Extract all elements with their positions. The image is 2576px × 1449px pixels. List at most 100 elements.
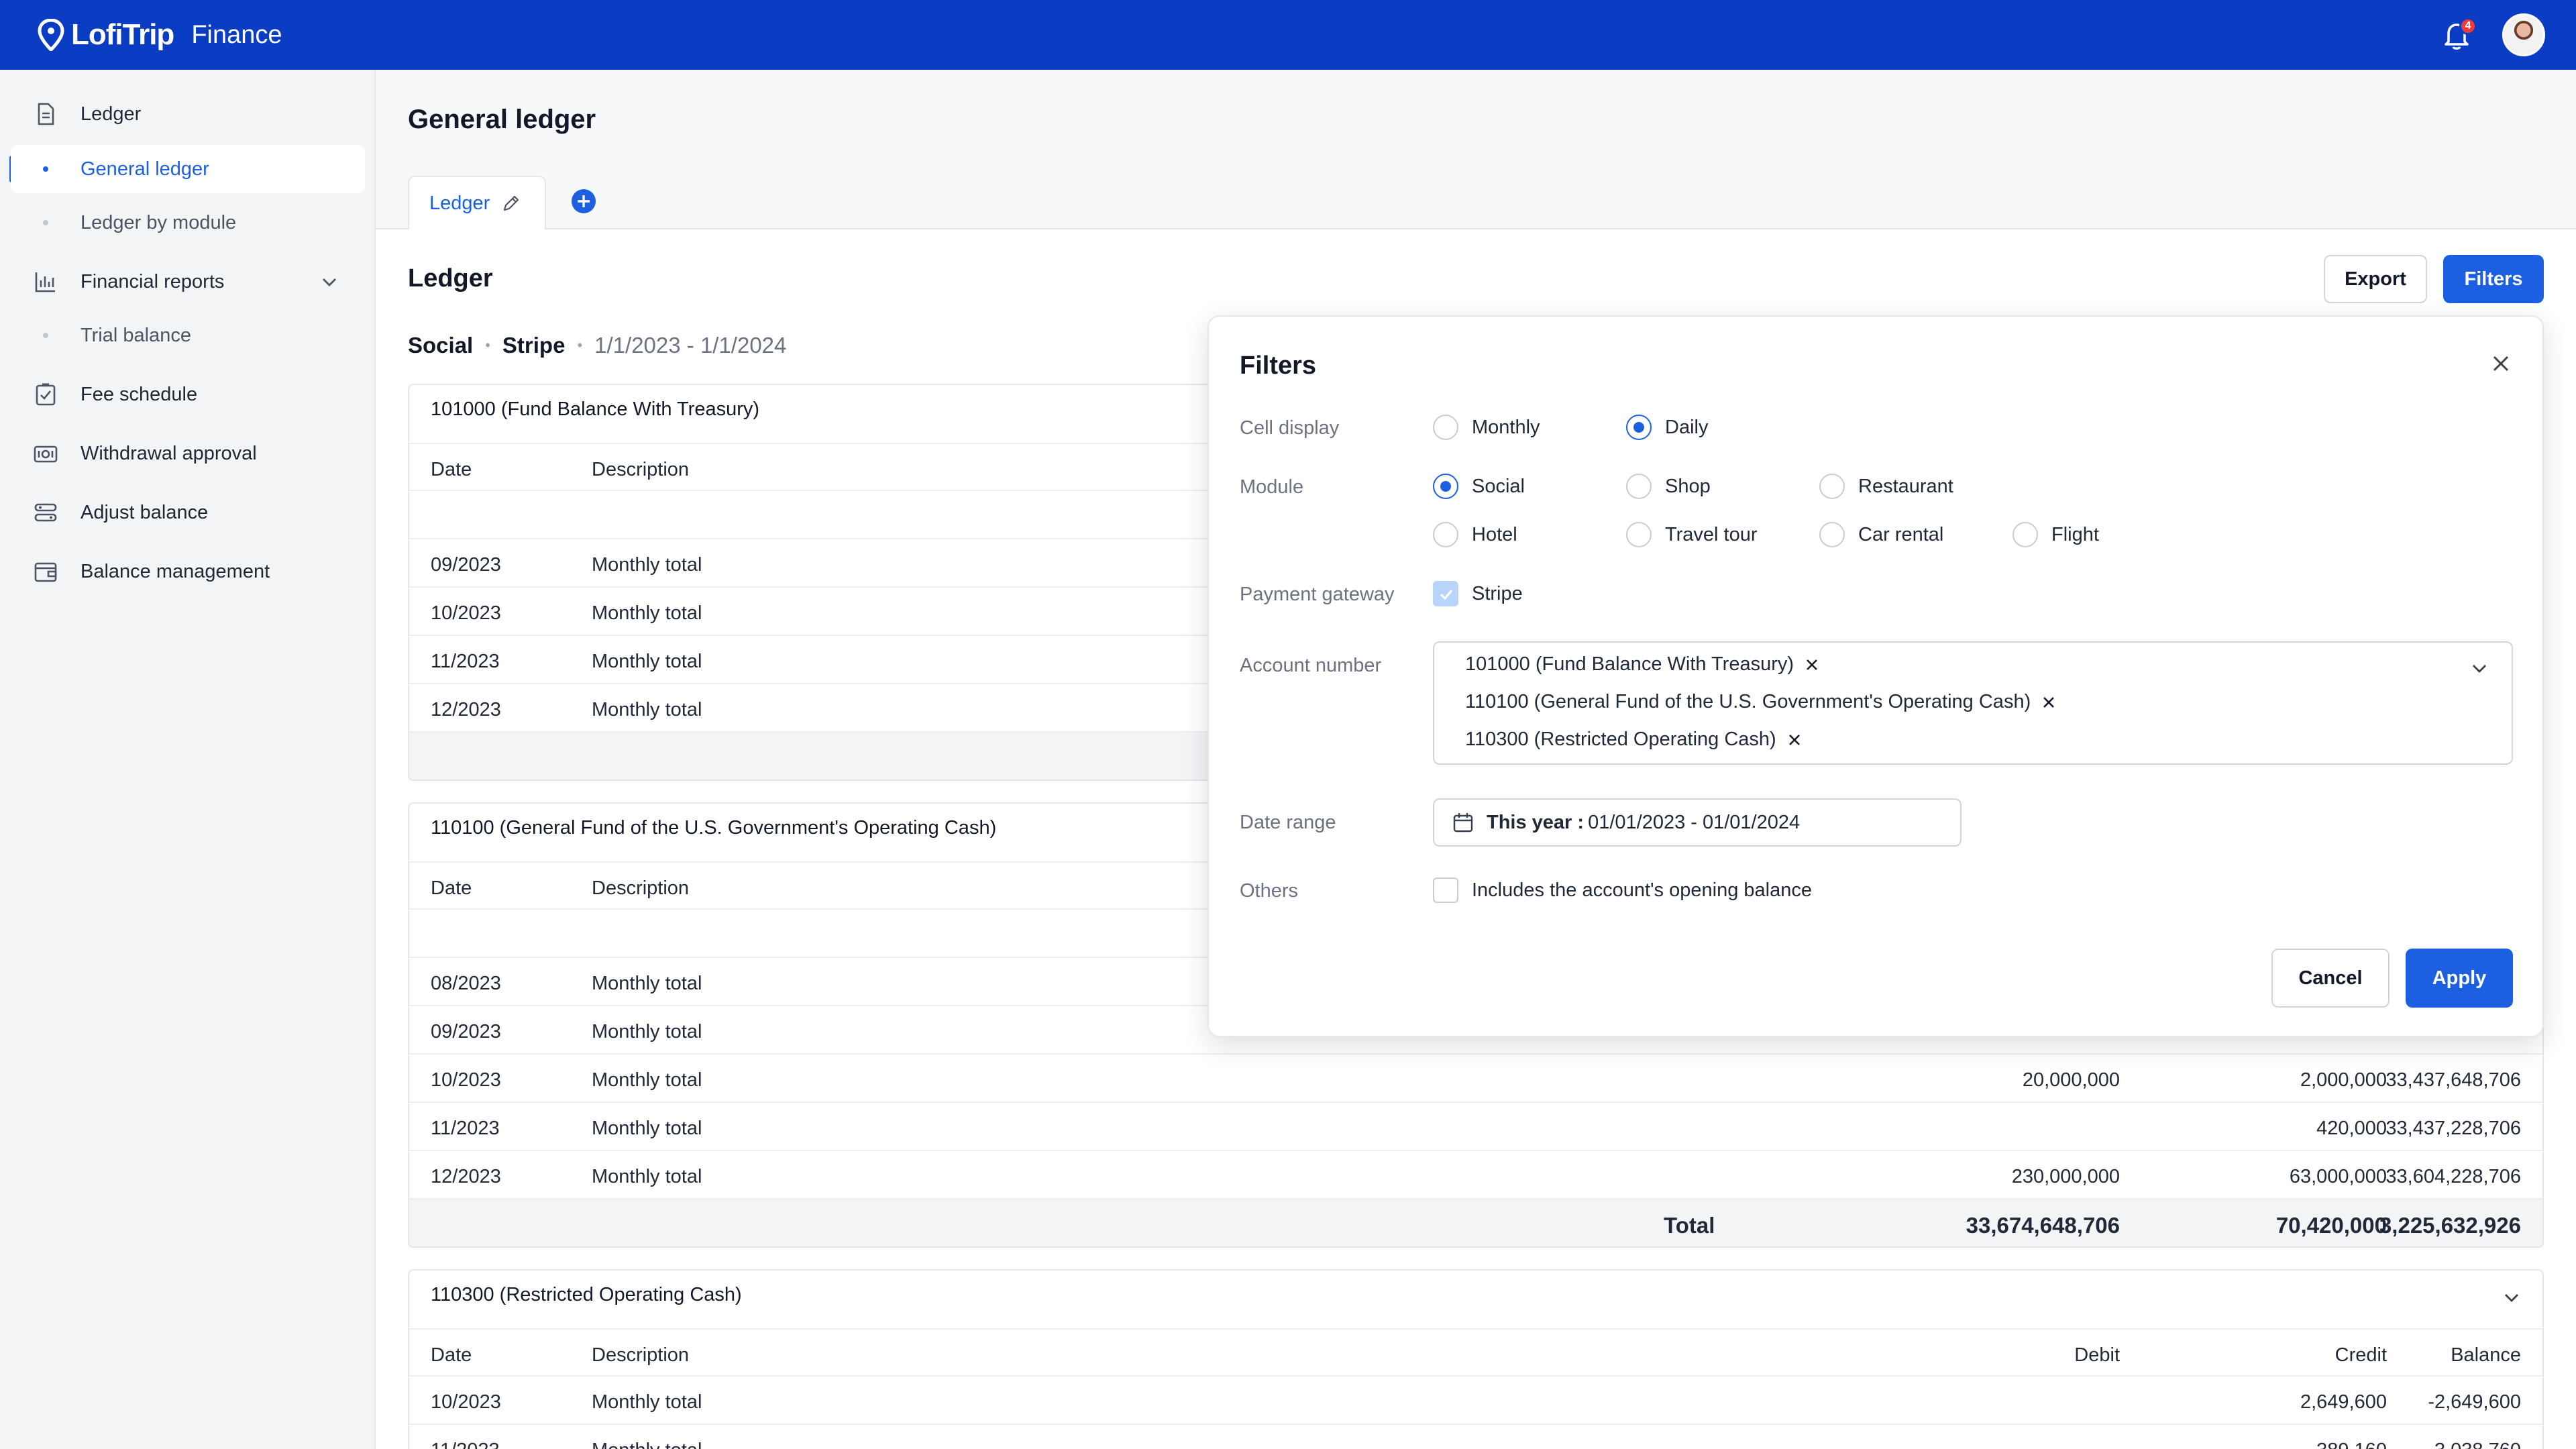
remove-tag-icon[interactable]: [1803, 656, 1821, 674]
ledger-table-110300: 110300 (Restricted Operating Cash) Date …: [408, 1269, 2544, 1449]
logo[interactable]: LofiTrip Finance: [38, 18, 282, 52]
bar-chart-icon: [35, 272, 55, 292]
sidebar-item-fee-schedule[interactable]: Fee schedule: [0, 370, 376, 419]
selected-account-tag: 110100 (General Fund of the U.S. Governm…: [1465, 691, 2057, 713]
adjust-icon: [34, 503, 57, 522]
total-label: Total: [1664, 1213, 1715, 1238]
avatar[interactable]: [2502, 13, 2545, 56]
sidebar-item-ledger[interactable]: Ledger: [0, 90, 376, 138]
table-row[interactable]: 11/2023 Monthly total 420,000 33,437,228…: [409, 1103, 2542, 1151]
date-range-picker[interactable]: This year : 01/01/2023 - 01/01/2024: [1433, 798, 1962, 847]
remove-tag-icon[interactable]: [1786, 731, 1803, 749]
radio-car-rental[interactable]: Car rental: [1819, 522, 1943, 547]
radio-label: Car rental: [1858, 523, 1944, 545]
apply-button[interactable]: Apply: [2406, 949, 2513, 1008]
sidebar-item-trial-balance[interactable]: Trial balance: [0, 311, 376, 360]
col-debit: Debit: [2074, 1344, 2120, 1366]
payment-gateway-label: Payment gateway: [1240, 584, 1395, 605]
tag-label: 110300 (Restricted Operating Cash): [1465, 729, 1776, 750]
cell-date: 11/2023: [431, 1440, 500, 1449]
radio-circle: [2012, 522, 2038, 547]
table-row[interactable]: 10/2023 Monthly total 20,000,000 2,000,0…: [409, 1055, 2542, 1103]
radio-label: Restaurant: [1858, 475, 1953, 497]
sidebar-item-ledger-by-module[interactable]: Ledger by module: [0, 199, 376, 247]
export-button[interactable]: Export: [2324, 255, 2427, 303]
cell-balance: 33,437,228,706: [2385, 1118, 2521, 1139]
sidebar-item-balance-management[interactable]: Balance management: [0, 547, 376, 596]
cell-debit: 20,000,000: [2022, 1069, 2120, 1091]
cell-description: Monthly total: [592, 1440, 702, 1449]
radio-shop[interactable]: Shop: [1626, 474, 1711, 499]
account-title: 110300 (Restricted Operating Cash): [431, 1284, 742, 1305]
checklist-icon: [36, 383, 56, 406]
bullet: [43, 333, 48, 338]
app-module-name: Finance: [191, 20, 282, 49]
tag-label: 101000 (Fund Balance With Treasury): [1465, 653, 1794, 675]
radio-circle: [1433, 474, 1458, 499]
checkbox-box: [1433, 581, 1458, 606]
sidebar-item-label: Trial balance: [80, 324, 191, 346]
close-icon[interactable]: [2489, 352, 2513, 376]
document-icon: [38, 103, 54, 125]
total-row: Total 33,674,648,706 70,420,000 3,225,63…: [409, 1199, 2542, 1246]
cell-date: 12/2023: [431, 699, 501, 720]
sidebar-item-adjust-balance[interactable]: Adjust balance: [0, 488, 376, 537]
sidebar-item-financial-reports[interactable]: Financial reports: [0, 258, 376, 306]
account-number-select[interactable]: 101000 (Fund Balance With Treasury) 1101…: [1433, 641, 2513, 765]
filters-button[interactable]: Filters: [2443, 255, 2544, 303]
radio-monthly[interactable]: Monthly: [1433, 415, 1540, 440]
radio-label: Daily: [1665, 416, 1709, 438]
breadcrumb-gateway: Stripe: [502, 333, 566, 358]
cell-date: 11/2023: [431, 1118, 500, 1139]
radio-flight[interactable]: Flight: [2012, 522, 2099, 547]
chevron-down-icon[interactable]: [2467, 656, 2491, 680]
table-row[interactable]: 12/2023 Monthly total 230,000,000 63,000…: [409, 1151, 2542, 1199]
bullet: [43, 220, 48, 225]
radio-circle: [1819, 522, 1845, 547]
radio-label: Travel tour: [1665, 523, 1758, 545]
cell-date: 09/2023: [431, 554, 501, 576]
add-tab-icon[interactable]: [570, 188, 597, 215]
chevron-down-icon[interactable]: [2500, 1285, 2524, 1309]
cell-description: Monthly total: [592, 1166, 702, 1187]
cell-description: Monthly total: [592, 973, 702, 994]
cell-debit: 230,000,000: [2011, 1166, 2120, 1187]
tab-label: Ledger: [429, 192, 490, 214]
wallet-icon: [34, 562, 57, 582]
pencil-icon[interactable]: [500, 193, 522, 214]
table-row[interactable]: 10/2023 Monthly total 2,649,600 -2,649,6…: [409, 1377, 2542, 1425]
radio-daily[interactable]: Daily: [1626, 415, 1708, 440]
radio-circle: [1626, 522, 1652, 547]
radio-travel-tour[interactable]: Travel tour: [1626, 522, 1758, 547]
col-description: Description: [592, 459, 690, 480]
breadcrumb: Social • Stripe • 1/1/2023 - 1/1/2024: [408, 333, 786, 358]
radio-restaurant[interactable]: Restaurant: [1819, 474, 1953, 499]
top-bar: LofiTrip Finance 4: [0, 0, 2576, 70]
col-date: Date: [431, 459, 472, 480]
remove-tag-icon[interactable]: [2040, 694, 2057, 711]
sidebar-item-label: Ledger by module: [80, 211, 237, 233]
radio-label: Monthly: [1472, 416, 1540, 438]
cancel-button[interactable]: Cancel: [2271, 949, 2390, 1008]
checkbox-opening-balance[interactable]: Includes the account's opening balance: [1433, 877, 1812, 903]
col-date: Date: [431, 877, 472, 899]
cell-balance: 33,604,228,706: [2385, 1166, 2521, 1187]
col-balance: Balance: [2451, 1344, 2521, 1366]
account-number-label: Account number: [1240, 655, 1382, 676]
sidebar-item-label: Adjust balance: [80, 501, 209, 523]
sidebar-item-label: Financial reports: [80, 270, 225, 292]
sidebar-item-withdrawal-approval[interactable]: Withdrawal approval: [0, 429, 376, 478]
tab-ledger[interactable]: Ledger: [408, 176, 546, 229]
cell-description: Monthly total: [592, 554, 702, 576]
sidebar-item-general-ledger[interactable]: General ledger: [11, 145, 365, 193]
chevron-down-icon[interactable]: [318, 270, 341, 293]
radio-hotel[interactable]: Hotel: [1433, 522, 1517, 547]
check-icon: [1440, 589, 1453, 600]
breadcrumb-date-range: 1/1/2023 - 1/1/2024: [594, 333, 787, 358]
table-row[interactable]: 11/2023 Monthly total 389,160 -3,038,760: [409, 1425, 2542, 1449]
account-title: 101000 (Fund Balance With Treasury): [431, 398, 760, 420]
radio-social[interactable]: Social: [1433, 474, 1525, 499]
cell-balance: -3,038,760: [2253, 1440, 2521, 1449]
selected-account-tag: 101000 (Fund Balance With Treasury): [1465, 653, 1821, 676]
checkbox-stripe[interactable]: Stripe: [1433, 581, 1523, 606]
